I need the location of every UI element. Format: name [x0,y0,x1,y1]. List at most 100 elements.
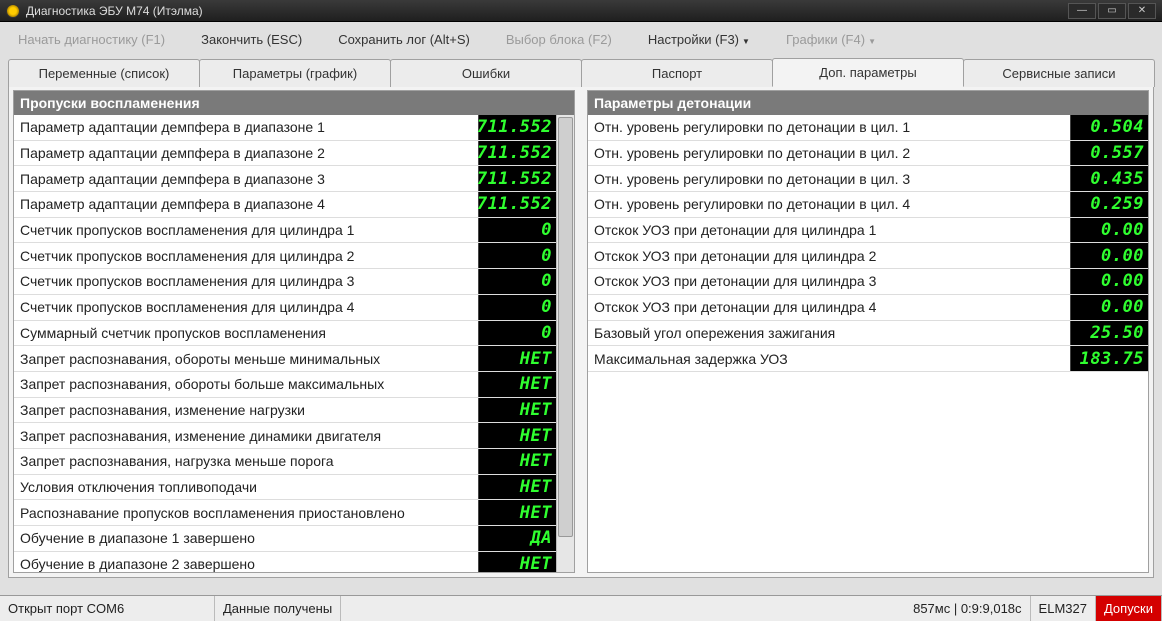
chevron-down-icon: ▼ [742,37,750,46]
table-row: Запрет распознавания, обороты меньше мин… [14,346,556,372]
row-value: НЕТ [478,346,556,371]
table-row: Параметр адаптации демпфера в диапазоне … [14,115,556,141]
row-label: Условия отключения топливоподачи [14,475,478,500]
row-label: Суммарный счетчик пропусков воспламенени… [14,321,478,346]
tab-parameters[interactable]: Параметры (график) [199,59,391,87]
row-label: Запрет распознавания, изменение нагрузки [14,398,478,423]
scrollbar-thumb[interactable] [558,117,573,537]
table-row: Отскок УОЗ при детонации для цилиндра 20… [588,243,1148,269]
table-row: Отн. уровень регулировки по детонации в … [588,141,1148,167]
row-value: 0 [478,218,556,243]
table-row: Счетчик пропусков воспламенения для цили… [14,243,556,269]
row-value: 0 [478,321,556,346]
menu-charts-label: Графики (F4) [786,32,865,47]
table-row: Обучение в диапазоне 2 завершеноНЕТ [14,552,556,572]
table-row: Отскок УОЗ при детонации для цилиндра 10… [588,218,1148,244]
table-row: Отн. уровень регулировки по детонации в … [588,166,1148,192]
row-label: Отн. уровень регулировки по детонации в … [588,115,1070,140]
row-label: Счетчик пропусков воспламенения для цили… [14,218,478,243]
row-value: НЕТ [478,552,556,572]
menu-settings[interactable]: Настройки (F3)▼ [640,28,758,51]
menu-charts[interactable]: Графики (F4)▼ [778,28,884,51]
tab-passport[interactable]: Паспорт [581,59,773,87]
row-value: 0.557 [1070,141,1148,166]
table-row: Базовый угол опережения зажигания25.50 [588,321,1148,347]
minimize-button[interactable]: — [1068,3,1096,19]
close-button[interactable]: ✕ [1128,3,1156,19]
row-value: НЕТ [478,475,556,500]
right-rows: Отн. уровень регулировки по детонации в … [588,115,1148,572]
tab-errors[interactable]: Ошибки [390,59,582,87]
table-row: Параметр адаптации демпфера в диапазоне … [14,166,556,192]
status-bar: Открыт порт COM6 Данные получены 857мс |… [0,595,1162,621]
row-label: Обучение в диапазоне 1 завершено [14,526,478,551]
row-value: НЕТ [478,449,556,474]
row-label: Параметр адаптации демпфера в диапазоне … [14,115,478,140]
row-label: Распознавание пропусков воспламенения пр… [14,500,478,525]
table-row: Запрет распознавания, изменение нагрузки… [14,398,556,424]
status-badge[interactable]: Допуски [1096,596,1162,621]
row-value: 0.00 [1070,243,1148,268]
table-row: Отн. уровень регулировки по детонации в … [588,192,1148,218]
row-value: 0.504 [1070,115,1148,140]
table-row: Отскок УОЗ при детонации для цилиндра 30… [588,269,1148,295]
tab-variables[interactable]: Переменные (список) [8,59,200,87]
table-row: Условия отключения топливоподачиНЕТ [14,475,556,501]
row-label: Запрет распознавания, обороты больше мак… [14,372,478,397]
row-label: Запрет распознавания, обороты меньше мин… [14,346,478,371]
table-row: Запрет распознавания, нагрузка меньше по… [14,449,556,475]
menu-savelog[interactable]: Сохранить лог (Alt+S) [330,28,478,51]
table-row: Счетчик пропусков воспламенения для цили… [14,269,556,295]
tab-service[interactable]: Сервисные записи [963,59,1155,87]
scrollbar[interactable] [556,115,574,572]
menu-selectblock[interactable]: Выбор блока (F2) [498,28,620,51]
row-value: НЕТ [478,423,556,448]
table-row: Счетчик пропусков воспламенения для цили… [14,218,556,244]
table-row: Запрет распознавания, обороты больше мак… [14,372,556,398]
row-value: НЕТ [478,372,556,397]
right-panel: Параметры детонации Отн. уровень регулир… [587,90,1149,573]
table-row: Счетчик пропусков воспламенения для цили… [14,295,556,321]
row-label: Отн. уровень регулировки по детонации в … [588,192,1070,217]
window-title: Диагностика ЭБУ M74 (Итэлма) [26,4,203,18]
row-label: Параметр адаптации демпфера в диапазоне … [14,166,478,191]
row-label: Счетчик пропусков воспламенения для цили… [14,295,478,320]
table-row: Параметр адаптации демпфера в диапазоне … [14,141,556,167]
row-value: 0.00 [1070,295,1148,320]
row-label: Отскок УОЗ при детонации для цилиндра 3 [588,269,1070,294]
row-label: Отскок УОЗ при детонации для цилиндра 2 [588,243,1070,268]
row-label: Отскок УОЗ при детонации для цилиндра 4 [588,295,1070,320]
menu-stop[interactable]: Закончить (ESC) [193,28,310,51]
row-label: Счетчик пропусков воспламенения для цили… [14,243,478,268]
row-value: 0 [478,295,556,320]
row-value: ДА [478,526,556,551]
status-data: Данные получены [215,596,341,621]
status-port: Открыт порт COM6 [0,596,215,621]
row-value: 711.552 [478,115,556,140]
left-rows: Параметр адаптации демпфера в диапазоне … [14,115,556,572]
table-row: Параметр адаптации демпфера в диапазоне … [14,192,556,218]
row-value: 711.552 [478,141,556,166]
chevron-down-icon: ▼ [868,37,876,46]
row-value: НЕТ [478,398,556,423]
menu-start[interactable]: Начать диагностику (F1) [10,28,173,51]
right-panel-title: Параметры детонации [588,91,1148,115]
table-row: Максимальная задержка УОЗ183.75 [588,346,1148,372]
table-row: Отн. уровень регулировки по детонации в … [588,115,1148,141]
row-value: 711.552 [478,166,556,191]
row-label: Параметр адаптации демпфера в диапазоне … [14,141,478,166]
row-label: Запрет распознавания, нагрузка меньше по… [14,449,478,474]
status-device: ELM327 [1031,596,1096,621]
row-value: 0.259 [1070,192,1148,217]
row-label: Базовый угол опережения зажигания [588,321,1070,346]
row-label: Максимальная задержка УОЗ [588,346,1070,371]
row-label: Отн. уровень регулировки по детонации в … [588,141,1070,166]
row-label: Параметр адаптации демпфера в диапазоне … [14,192,478,217]
row-value: 0 [478,269,556,294]
content-panel: Пропуски воспламенения Параметр адаптаци… [8,86,1154,578]
table-row: Обучение в диапазоне 1 завершеноДА [14,526,556,552]
tab-extra[interactable]: Доп. параметры [772,58,964,87]
maximize-button[interactable]: ▭ [1098,3,1126,19]
left-panel-title: Пропуски воспламенения [14,91,574,115]
row-value: 25.50 [1070,321,1148,346]
